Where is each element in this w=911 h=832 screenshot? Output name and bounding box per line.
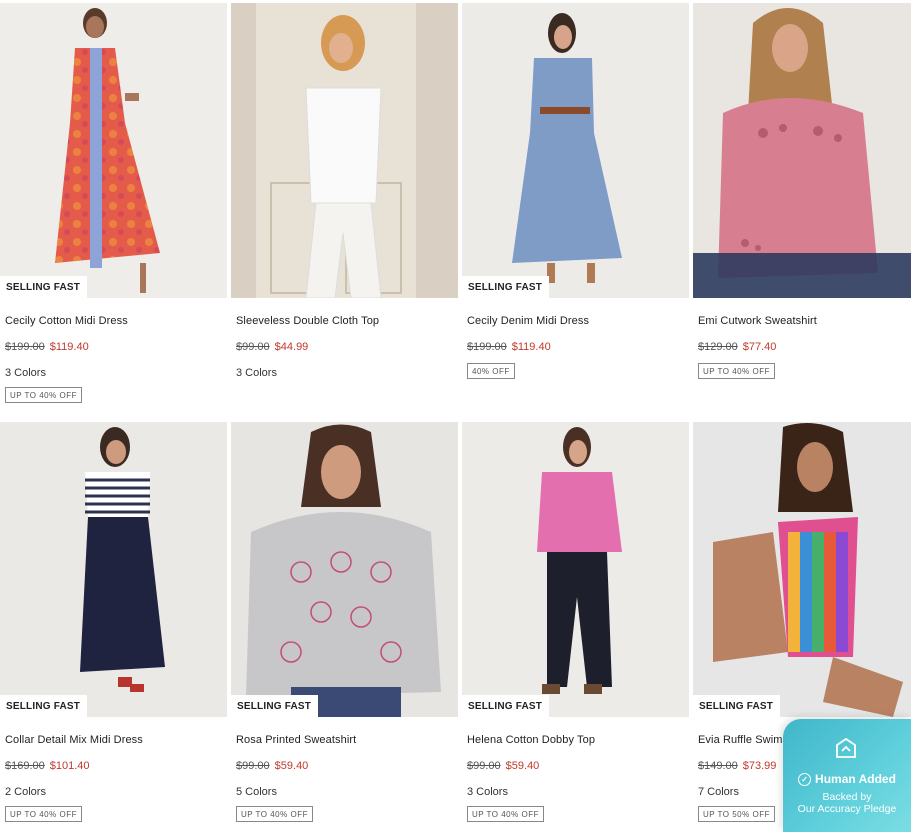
- promo-badge: 40% OFF: [467, 363, 515, 379]
- model-photo: [0, 3, 227, 298]
- price-row: $99.00 $59.40: [236, 760, 458, 772]
- product-card[interactable]: Sleeveless Double Cloth Top $99.00 $44.99…: [231, 3, 458, 379]
- promo-badge: UP TO 50% OFF: [698, 806, 775, 822]
- promo-badge: UP TO 40% OFF: [236, 806, 313, 822]
- product-name[interactable]: Collar Detail Mix Midi Dress: [5, 734, 227, 746]
- check-circle-icon: ✓: [798, 773, 812, 786]
- product-image[interactable]: SELLING FAST: [462, 422, 689, 717]
- price-row: $199.00 $119.40: [5, 341, 227, 353]
- selling-fast-badge: SELLING FAST: [231, 695, 319, 717]
- sale-price: $101.40: [49, 760, 90, 772]
- original-price: $99.00: [236, 341, 270, 353]
- sale-price: $77.40: [742, 341, 777, 353]
- model-photo: [0, 422, 227, 717]
- original-price: $199.00: [467, 341, 507, 353]
- product-name[interactable]: Cecily Denim Midi Dress: [467, 315, 689, 327]
- pledge-text: Backed by Our Accuracy Pledge: [783, 791, 911, 815]
- sale-price: $73.99: [742, 760, 777, 772]
- sale-price: $119.40: [511, 341, 551, 353]
- product-image[interactable]: [693, 3, 911, 298]
- model-photo: [231, 3, 458, 298]
- product-card[interactable]: SELLING FAST Helena Cotton Dobby Top $99…: [462, 422, 689, 822]
- product-image[interactable]: SELLING FAST: [693, 422, 911, 717]
- product-card[interactable]: SELLING FAST Cecily Denim Midi Dress $19…: [462, 3, 689, 379]
- model-photo: [693, 422, 911, 717]
- original-price: $149.00: [698, 760, 738, 772]
- original-price: $199.00: [5, 341, 45, 353]
- selling-fast-badge: SELLING FAST: [693, 695, 781, 717]
- model-photo: [462, 3, 689, 298]
- product-image[interactable]: SELLING FAST: [0, 422, 227, 717]
- original-price: $99.00: [467, 760, 501, 772]
- product-card[interactable]: Emi Cutwork Sweatshirt $129.00 $77.40 UP …: [693, 3, 911, 379]
- price-row: $99.00 $44.99: [236, 341, 458, 353]
- product-image[interactable]: SELLING FAST: [231, 422, 458, 717]
- product-card[interactable]: SELLING FAST Cecily Cotton Midi Dress $1…: [0, 3, 227, 403]
- product-name[interactable]: Cecily Cotton Midi Dress: [5, 315, 227, 327]
- house-shield-icon: [836, 737, 856, 758]
- product-image[interactable]: [231, 3, 458, 298]
- promo-badge: UP TO 40% OFF: [467, 806, 544, 822]
- product-name[interactable]: Helena Cotton Dobby Top: [467, 734, 689, 746]
- original-price: $129.00: [698, 341, 738, 353]
- product-card[interactable]: SELLING FAST Collar Detail Mix Midi Dres…: [0, 422, 227, 822]
- promo-badge: UP TO 40% OFF: [5, 806, 82, 822]
- human-added-label: ✓ Human Added: [783, 772, 911, 786]
- sale-price: $44.99: [274, 341, 309, 353]
- product-card[interactable]: SELLING FAST Rosa Printed Sweatshirt $99…: [231, 422, 458, 822]
- color-count[interactable]: 3 Colors: [5, 367, 227, 379]
- selling-fast-badge: SELLING FAST: [462, 276, 550, 298]
- product-name[interactable]: Rosa Printed Sweatshirt: [236, 734, 458, 746]
- model-photo: [462, 422, 689, 717]
- sale-price: $119.40: [49, 341, 89, 353]
- model-photo: [231, 422, 458, 717]
- product-name[interactable]: Emi Cutwork Sweatshirt: [698, 315, 911, 327]
- price-row: $99.00 $59.40: [467, 760, 689, 772]
- model-photo: [693, 3, 911, 298]
- original-price: $99.00: [236, 760, 270, 772]
- promo-badge: UP TO 40% OFF: [5, 387, 82, 403]
- selling-fast-badge: SELLING FAST: [0, 695, 88, 717]
- accuracy-pledge-widget[interactable]: ✓ Human Added Backed by Our Accuracy Pled…: [783, 719, 911, 832]
- product-image[interactable]: SELLING FAST: [462, 3, 689, 298]
- pledge-status: Human Added: [815, 772, 896, 786]
- promo-badge: UP TO 40% OFF: [698, 363, 775, 379]
- selling-fast-badge: SELLING FAST: [462, 695, 550, 717]
- product-name[interactable]: Sleeveless Double Cloth Top: [236, 315, 458, 327]
- product-image[interactable]: SELLING FAST: [0, 3, 227, 298]
- sale-price: $59.40: [505, 760, 540, 772]
- color-count[interactable]: 3 Colors: [467, 786, 689, 798]
- price-row: $129.00 $77.40: [698, 341, 911, 353]
- pledge-line-1: Backed by: [822, 791, 872, 803]
- selling-fast-badge: SELLING FAST: [0, 276, 88, 298]
- sale-price: $59.40: [274, 760, 309, 772]
- original-price: $169.00: [5, 760, 45, 772]
- color-count[interactable]: 2 Colors: [5, 786, 227, 798]
- color-count[interactable]: 3 Colors: [236, 367, 458, 379]
- price-row: $199.00 $119.40: [467, 341, 689, 353]
- pledge-line-2: Our Accuracy Pledge: [797, 803, 897, 815]
- color-count[interactable]: 5 Colors: [236, 786, 458, 798]
- price-row: $169.00 $101.40: [5, 760, 227, 772]
